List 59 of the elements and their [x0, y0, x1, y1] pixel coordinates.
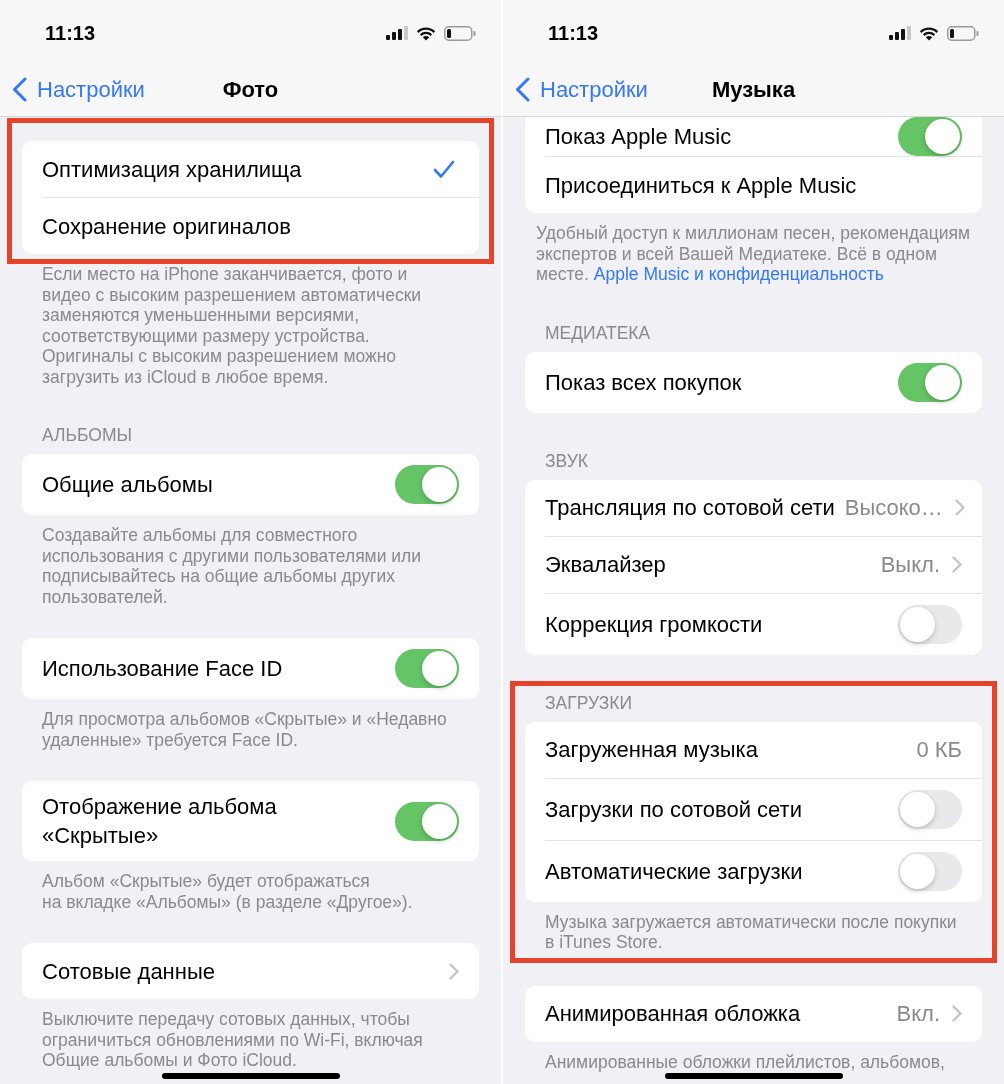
toggle-switch[interactable]	[898, 117, 962, 156]
row-label: Использование Face ID	[42, 655, 283, 683]
wifi-icon	[416, 25, 436, 41]
toggle-switch[interactable]	[395, 801, 459, 841]
nav-title: Фото	[222, 75, 279, 104]
footer-text: Альбом «Скрытые» будет отображаться на вкладке «Альбомы» (в разделе «Другое»).	[41, 871, 414, 912]
footer-text: Для просмотра альбомов «Скрытые» и «Недавно удаленные» требуется Face ID.	[41, 709, 448, 750]
settings-row[interactable]: Анимированная обложка Вкл.	[525, 985, 982, 1042]
row-label: Загрузки по сотовой сети	[545, 795, 802, 824]
row-label: Автоматические загрузки	[545, 857, 803, 886]
back-button[interactable]: Настройки	[12, 72, 145, 106]
settings-row[interactable]: Трансляция по сотовой сети Высоко…	[525, 479, 982, 536]
option-row[interactable]: Оптимизация хранилища	[22, 141, 479, 197]
footer-text: Удобный доступ к миллионам песен, рекомендациям экспертов и всей Вашей Медиатеке. Всё в одном месте. Apple Music и конфиденциальность	[535, 223, 971, 285]
row-label: Отображение альбома «Скрытые»	[42, 793, 278, 850]
footer-text: Выключите передачу сотовых данных, чтобы ограничиться обновлениями по Wi-Fi, включая Общие альбомы и Фото iCloud.	[41, 1009, 424, 1071]
battery-icon	[947, 25, 979, 41]
footer-text: Музыка загружается автоматически после покупки в iTunes Store.	[544, 910, 958, 953]
chevron-right-icon	[954, 499, 965, 516]
chevron-right-icon	[449, 962, 459, 980]
settings-row[interactable]: Сотовые данные	[22, 943, 479, 999]
row-label: Показ Apple Music	[545, 123, 732, 151]
row-label: Загруженная музыка	[545, 736, 758, 764]
back-button[interactable]: Настройки	[515, 72, 648, 106]
row-value: Высоко…	[844, 494, 943, 522]
row-label: Общие альбомы	[42, 471, 213, 499]
status-time: 11:13	[548, 21, 599, 46]
toggle-switch[interactable]	[898, 362, 962, 402]
toggle-switch[interactable]	[395, 465, 459, 504]
chevron-right-icon	[952, 556, 962, 573]
chevron-left-icon	[515, 76, 530, 102]
option-row[interactable]: Сохранение оригиналов	[22, 198, 479, 254]
toggle-switch[interactable]	[898, 789, 962, 829]
toggle-switch[interactable]	[395, 649, 459, 688]
row-value: Вкл.	[896, 1000, 940, 1028]
signal-icon	[386, 26, 408, 40]
link-row[interactable]: Присоединиться к Apple Music	[525, 157, 982, 213]
signal-icon	[889, 26, 911, 40]
toggle-switch[interactable]	[898, 604, 962, 644]
battery-icon	[444, 25, 476, 41]
section-header: МЕДИАТЕКА	[544, 322, 652, 345]
section-header: АЛЬБОМЫ	[41, 425, 133, 447]
footer-text: Если место на iPhone заканчивается, фото и видео с высоким разрешением автоматически заменяются уменьшенными версиями, соответствующими размеру устройства. Оригиналы с высоким разрешением можно загрузить из iCloud в любое время.	[41, 264, 423, 387]
row-value: 0 КБ	[916, 736, 962, 764]
row-value: Выкл.	[880, 551, 940, 579]
footer-text: Создавайте альбомы для совместного использования с другими пользователями или подписывайтесь на общие альбомы других пользователей.	[41, 525, 423, 607]
wifi-icon	[919, 25, 939, 41]
status-time: 11:13	[45, 21, 96, 46]
row-label: Коррекция громкости	[545, 610, 763, 639]
footer-text: Анимированные обложки плейлистов, альбомов,	[544, 1051, 946, 1072]
row-label: Показ всех покупок	[545, 368, 742, 397]
chevron-right-icon	[952, 1005, 962, 1022]
toggle-switch[interactable]	[898, 851, 962, 891]
section-header: ЗАГРУЗКИ	[544, 692, 634, 715]
footer-link[interactable]: Apple Music и конфиденциальность	[593, 264, 884, 284]
settings-row[interactable]: Эквалайзер Выкл.	[525, 536, 982, 593]
chevron-left-icon	[12, 76, 27, 102]
nav-title: Музыка	[711, 75, 796, 104]
section-header: ЗВУК	[544, 450, 589, 473]
